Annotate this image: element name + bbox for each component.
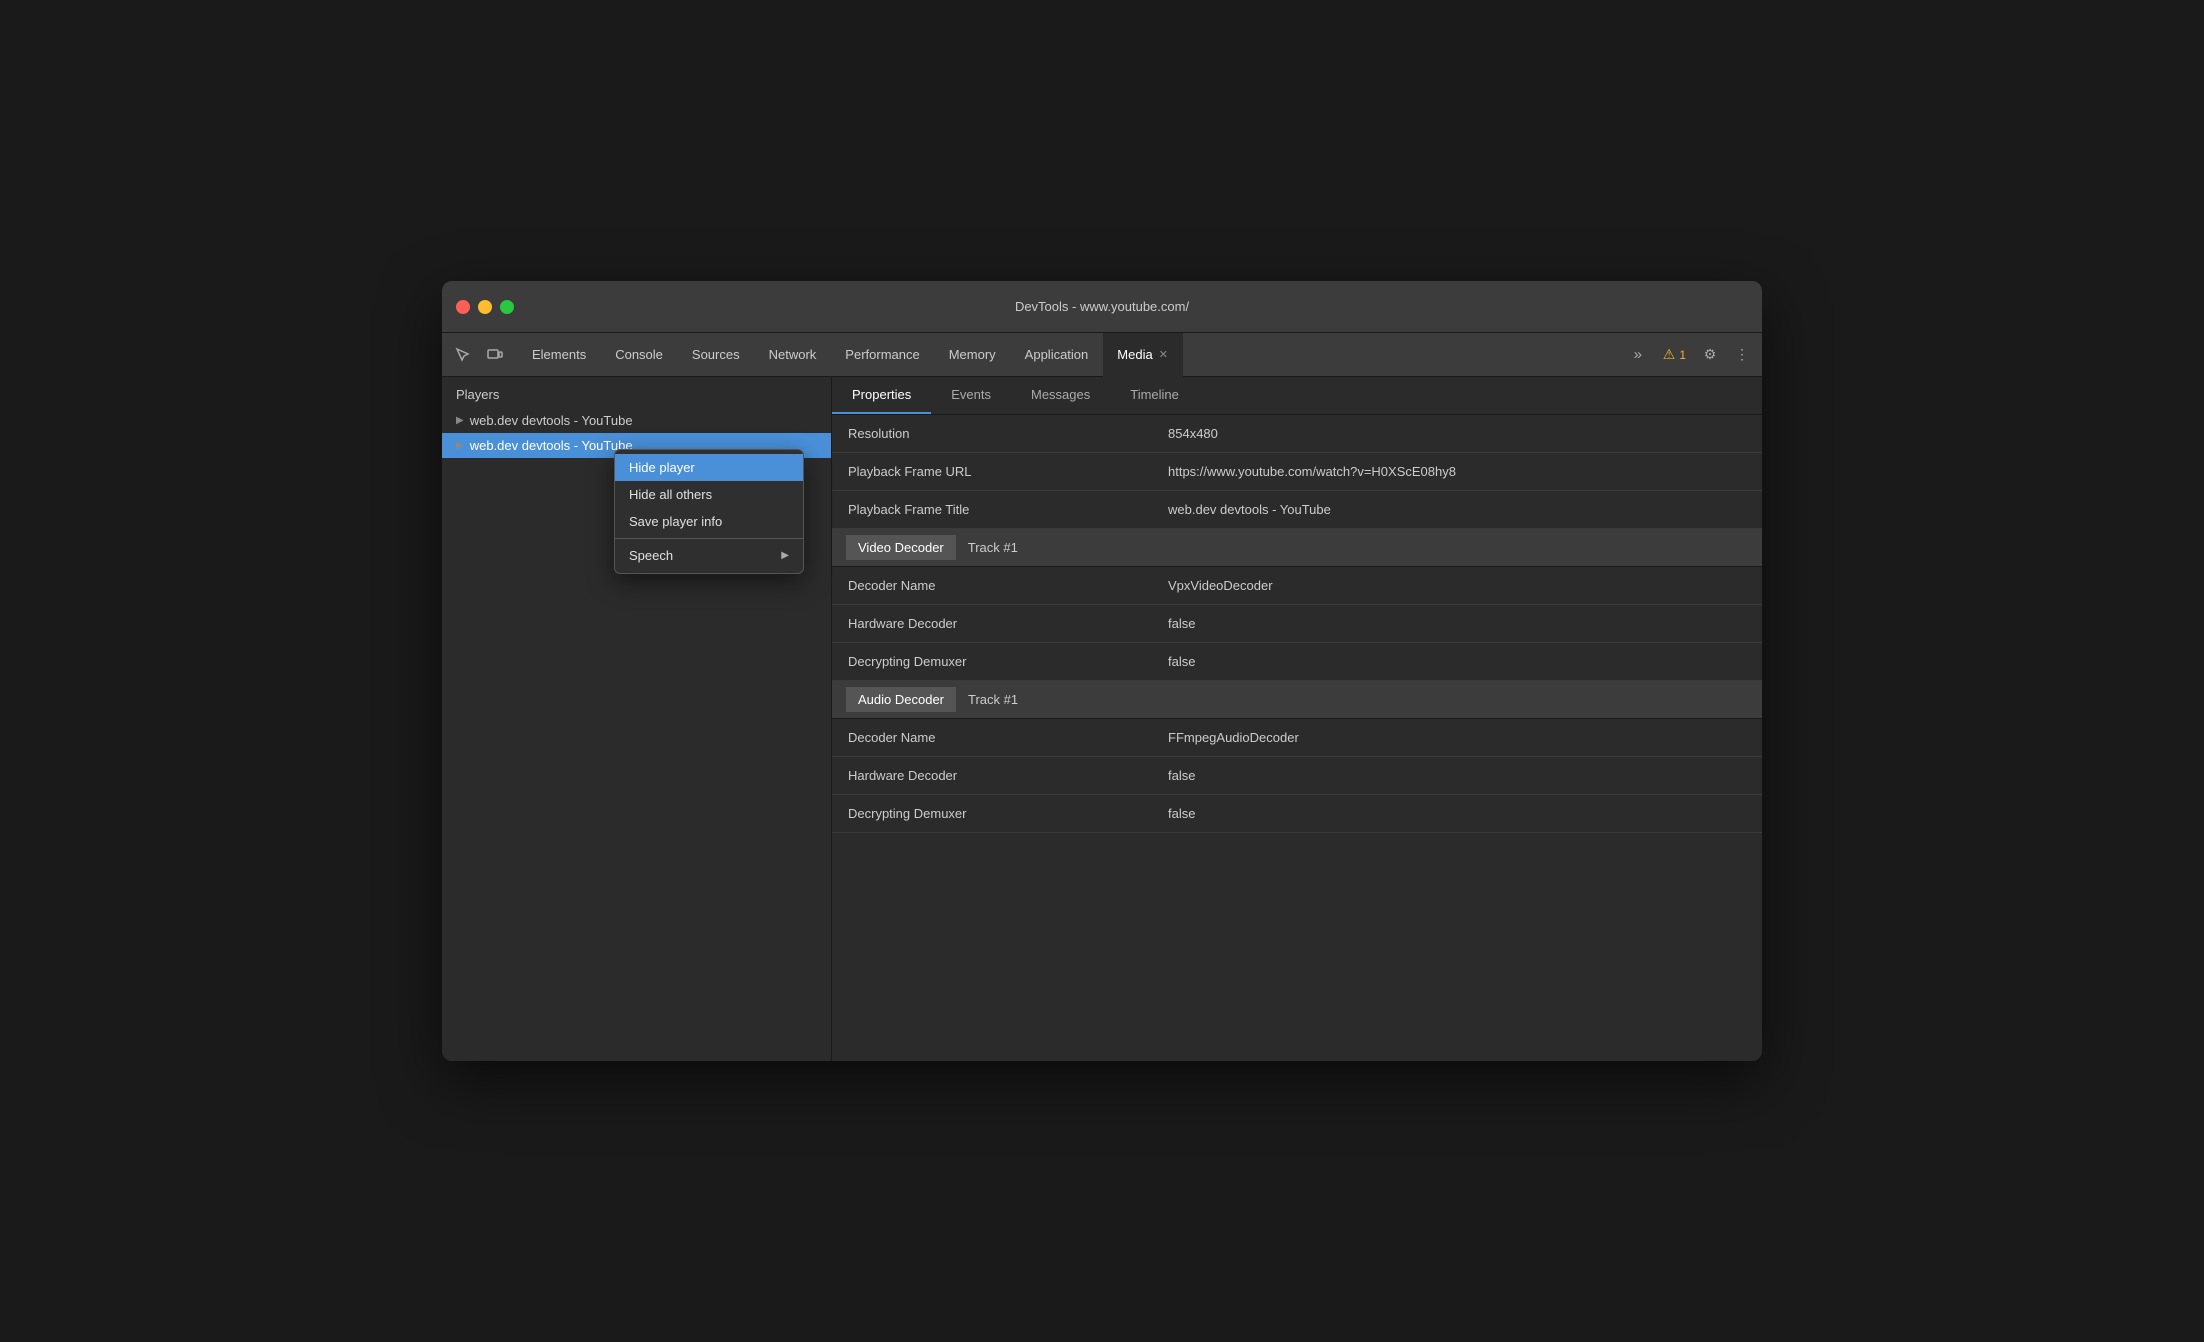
prop-label-ad-demuxer: Decrypting Demuxer: [832, 798, 1152, 829]
context-menu-save-player-info[interactable]: Save player info: [615, 508, 803, 535]
prop-value-ad-name: FFmpegAudioDecoder: [1152, 722, 1762, 753]
context-menu-speech[interactable]: Speech ▶: [615, 542, 803, 569]
tab-messages[interactable]: Messages: [1011, 377, 1110, 414]
toolbar-right: » ⚠ 1 ⚙ ⋮: [1623, 340, 1756, 370]
prop-value-vd-hw: false: [1152, 608, 1762, 639]
audio-decoder-track: Track #1: [968, 692, 1018, 707]
prop-value-ad-hw: false: [1152, 760, 1762, 791]
tab-timeline[interactable]: Timeline: [1110, 377, 1199, 414]
tab-properties[interactable]: Properties: [832, 377, 931, 414]
expand-icon-2: ▶: [456, 440, 464, 451]
prop-label-vd-hw: Hardware Decoder: [832, 608, 1152, 639]
audio-decoder-header: Audio Decoder Track #1: [832, 681, 1762, 719]
properties-table: Resolution 854x480 Playback Frame URL ht…: [832, 415, 1762, 1061]
main-content: Players ▶ web.dev devtools - YouTube ▶ w…: [442, 377, 1762, 1061]
table-row: Playback Frame URL https://www.youtube.c…: [832, 453, 1762, 491]
tab-sources[interactable]: Sources: [678, 333, 755, 377]
tab-application[interactable]: Application: [1011, 333, 1104, 377]
tab-media[interactable]: Media ✕: [1103, 333, 1183, 377]
prop-value-vd-name: VpxVideoDecoder: [1152, 570, 1762, 601]
prop-label-ad-hw: Hardware Decoder: [832, 760, 1152, 791]
warning-badge[interactable]: ⚠ 1: [1657, 344, 1692, 365]
sidebar-item-player1[interactable]: ▶ web.dev devtools - YouTube: [442, 408, 831, 433]
table-row: Decrypting Demuxer false: [832, 795, 1762, 833]
audio-decoder-tag: Audio Decoder: [846, 687, 956, 712]
right-panel: Properties Events Messages Timeline Reso…: [832, 377, 1762, 1061]
prop-value-ad-demuxer: false: [1152, 798, 1762, 829]
warning-icon: ⚠: [1663, 346, 1676, 363]
context-menu: Hide player Hide all others Save player …: [614, 449, 804, 574]
toolbar: Elements Console Sources Network Perform…: [442, 333, 1762, 377]
video-decoder-track: Track #1: [968, 540, 1018, 555]
players-title: Players: [442, 377, 831, 408]
tab-performance[interactable]: Performance: [831, 333, 934, 377]
prop-label-playback-url: Playback Frame URL: [832, 456, 1152, 487]
table-row: Decoder Name FFmpegAudioDecoder: [832, 719, 1762, 757]
table-row: Decoder Name VpxVideoDecoder: [832, 567, 1762, 605]
prop-label-playback-title: Playback Frame Title: [832, 494, 1152, 525]
sidebar: Players ▶ web.dev devtools - YouTube ▶ w…: [442, 377, 832, 1061]
submenu-arrow-icon: ▶: [781, 550, 789, 561]
more-tabs-button[interactable]: »: [1623, 340, 1653, 370]
prop-value-playback-title: web.dev devtools - YouTube: [1152, 494, 1762, 525]
tab-memory[interactable]: Memory: [935, 333, 1011, 377]
context-menu-hide-all-others[interactable]: Hide all others: [615, 481, 803, 508]
player1-label: web.dev devtools - YouTube: [470, 413, 633, 428]
tab-media-close[interactable]: ✕: [1159, 348, 1168, 361]
prop-value-vd-demuxer: false: [1152, 646, 1762, 677]
prop-label-vd-demuxer: Decrypting Demuxer: [832, 646, 1152, 677]
prop-label-resolution: Resolution: [832, 418, 1152, 449]
table-row: Hardware Decoder false: [832, 757, 1762, 795]
player2-label: web.dev devtools - YouTube: [470, 438, 633, 453]
prop-label-vd-name: Decoder Name: [832, 570, 1152, 601]
context-menu-separator: [615, 538, 803, 539]
table-row: Resolution 854x480: [832, 415, 1762, 453]
video-decoder-tag: Video Decoder: [846, 535, 956, 560]
minimize-button[interactable]: [478, 300, 492, 314]
traffic-lights: [456, 300, 514, 314]
tab-network[interactable]: Network: [755, 333, 832, 377]
device-mode-icon[interactable]: [480, 340, 510, 370]
maximize-button[interactable]: [500, 300, 514, 314]
prop-label-ad-name: Decoder Name: [832, 722, 1152, 753]
table-row: Decrypting Demuxer false: [832, 643, 1762, 681]
tab-events[interactable]: Events: [931, 377, 1011, 414]
panel-tabs: Properties Events Messages Timeline: [832, 377, 1762, 415]
settings-icon[interactable]: ⚙: [1696, 341, 1724, 369]
close-button[interactable]: [456, 300, 470, 314]
window-title: DevTools - www.youtube.com/: [1015, 299, 1189, 314]
expand-icon: ▶: [456, 415, 464, 426]
table-row: Playback Frame Title web.dev devtools - …: [832, 491, 1762, 529]
select-element-icon[interactable]: [448, 340, 478, 370]
toolbar-icons: [448, 340, 510, 370]
tab-console[interactable]: Console: [601, 333, 678, 377]
titlebar: DevTools - www.youtube.com/: [442, 281, 1762, 333]
tab-list: Elements Console Sources Network Perform…: [518, 333, 1623, 377]
context-menu-hide-player[interactable]: Hide player: [615, 454, 803, 481]
tab-elements[interactable]: Elements: [518, 333, 601, 377]
warning-count: 1: [1679, 348, 1686, 362]
more-options-icon[interactable]: ⋮: [1728, 341, 1756, 369]
prop-value-playback-url: https://www.youtube.com/watch?v=H0XScE08…: [1152, 456, 1762, 487]
video-decoder-header: Video Decoder Track #1: [832, 529, 1762, 567]
devtools-window: DevTools - www.youtube.com/ Elements Con: [442, 281, 1762, 1061]
prop-value-resolution: 854x480: [1152, 418, 1762, 449]
table-row: Hardware Decoder false: [832, 605, 1762, 643]
